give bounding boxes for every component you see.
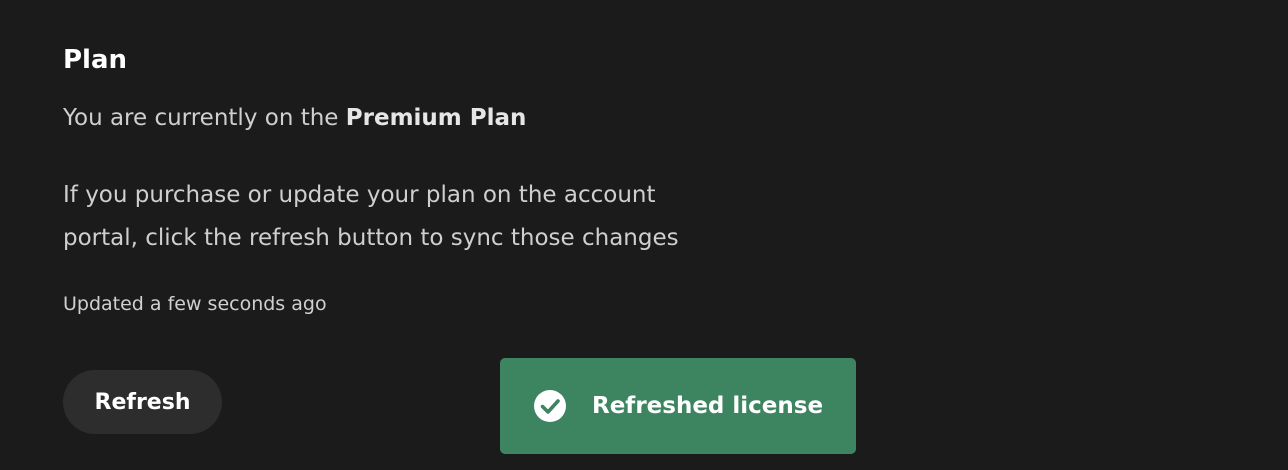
current-plan-text: You are currently on the Premium Plan <box>63 102 526 134</box>
updated-timestamp: Updated a few seconds ago <box>63 293 327 315</box>
plan-description: If you purchase or update your plan on t… <box>63 182 679 251</box>
refresh-button[interactable]: Refresh <box>63 370 222 434</box>
current-plan-name: Premium Plan <box>345 105 527 131</box>
check-circle-icon <box>533 389 567 423</box>
current-plan-prefix: You are currently on the <box>63 105 346 131</box>
plan-title: Plan <box>63 45 128 75</box>
toast-message: Refreshed license <box>592 393 824 419</box>
refreshed-license-toast: Refreshed license <box>500 358 856 454</box>
plan-panel: Plan You are currently on the Premium Pl… <box>0 0 1288 470</box>
